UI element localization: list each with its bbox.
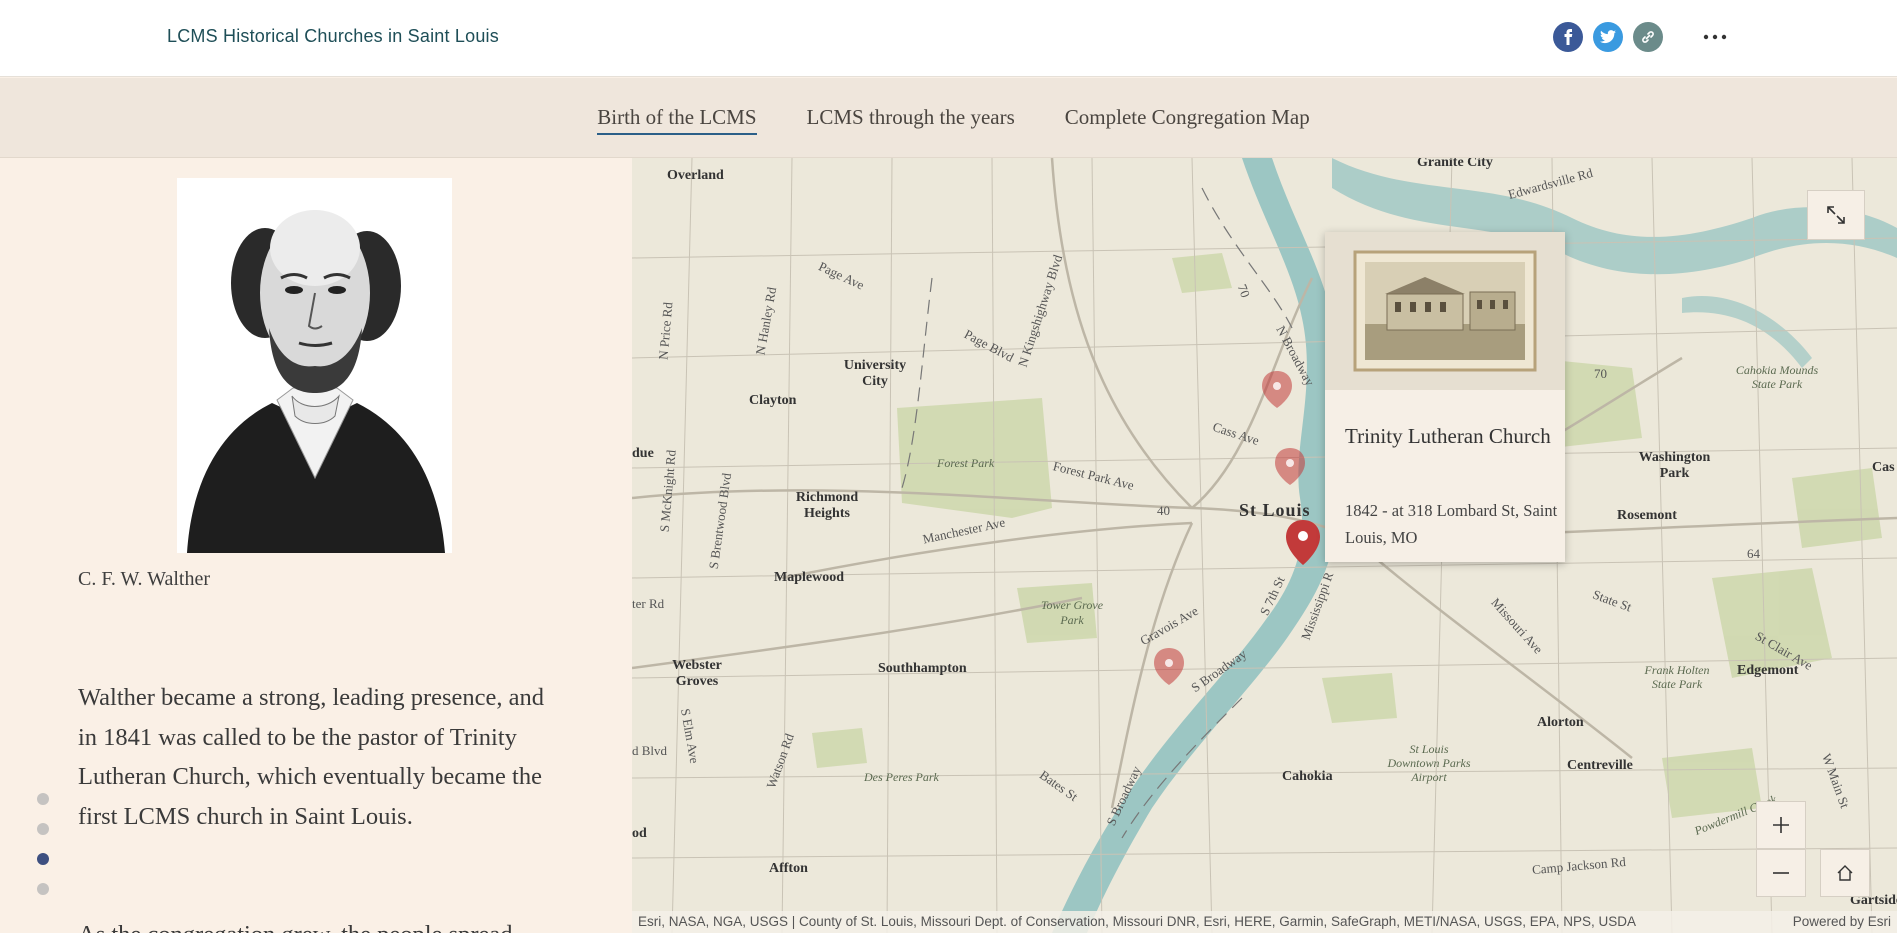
map-label: Affton [769, 861, 808, 876]
site-title[interactable]: LCMS Historical Churches in Saint Louis [167, 26, 499, 47]
progress-dot[interactable] [37, 823, 49, 835]
popup-description: 1842 - at 318 Lombard St, Saint Louis, M… [1345, 501, 1558, 547]
map-label: Clayton [749, 393, 797, 408]
facebook-icon[interactable] [1553, 22, 1583, 52]
map-label: Cahokia Mounds State Park [1735, 363, 1819, 391]
map-label: Centreville [1567, 758, 1633, 773]
map-label: ter Rd [632, 596, 665, 611]
map-attribution: Esri, NASA, NGA, USGS | County of St. Lo… [632, 911, 1897, 933]
map-label: Edgemont [1737, 663, 1799, 678]
story-nav: Birth of the LCMS LCMS through the years… [0, 78, 1897, 158]
map-label: Granite City [1417, 158, 1493, 170]
map-view[interactable]: Overland Granite City Edwardsville Rd Pa… [632, 158, 1897, 933]
map-label: od [632, 826, 647, 841]
narrative-paragraph-next: As the congregation grew, the people spr… [78, 915, 558, 933]
map-label: Cas [1872, 460, 1895, 475]
plus-icon[interactable] [1756, 801, 1806, 849]
minus-icon[interactable] [1756, 849, 1806, 897]
map-label: 64 [1747, 546, 1760, 561]
map-label: due [632, 446, 654, 461]
map-label: Tower Grove Park [1040, 598, 1104, 627]
map-label: Overland [667, 168, 724, 183]
map-label: d Blvd [632, 743, 668, 758]
tab-birth-of-lcms[interactable]: Birth of the LCMS [597, 78, 757, 135]
popup-title: Trinity Lutheran Church [1345, 424, 1551, 448]
church-illustration [1325, 232, 1565, 390]
progress-dot[interactable] [37, 793, 49, 805]
powered-by-link[interactable]: Powered by Esri [1793, 911, 1891, 933]
expand-icon[interactable] [1807, 190, 1865, 240]
attribution-text: Esri, NASA, NGA, USGS | County of St. Lo… [638, 914, 1637, 929]
link-icon[interactable] [1633, 22, 1663, 52]
map-label: Webster Groves [672, 658, 722, 689]
map-label: Alorton [1537, 715, 1584, 730]
map-label: Maplewood [774, 570, 844, 585]
tab-lcms-through-years[interactable]: LCMS through the years [807, 78, 1015, 136]
map-label: 40 [1157, 503, 1170, 518]
map-label: Washington Park [1638, 450, 1711, 481]
progress-dot-active[interactable] [37, 853, 49, 865]
map-label: Richmond Heights [795, 490, 859, 521]
home-icon[interactable] [1820, 849, 1870, 897]
map-label: St Louis Downtown Parks Airport [1387, 742, 1471, 784]
more-icon[interactable] [1700, 22, 1730, 52]
twitter-icon[interactable] [1593, 22, 1623, 52]
map-label: St Louis [1239, 500, 1311, 520]
progress-dot[interactable] [37, 883, 49, 895]
church-popup[interactable]: Trinity Lutheran Church 1842 - at 318 Lo… [1325, 232, 1565, 562]
map-label: Southhampton [878, 661, 967, 676]
map-label: Frank Holten State Park [1644, 663, 1710, 691]
portrait-caption: C. F. W. Walther [78, 568, 210, 590]
map-label: University City [843, 358, 907, 389]
walther-portrait [177, 178, 452, 553]
map-label: Forest Park [937, 456, 995, 470]
map-label: Rosemont [1617, 508, 1677, 523]
map-label: Des Peres Park [864, 770, 939, 784]
header: LCMS Historical Churches in Saint Louis [0, 0, 1897, 77]
map-label: Cahokia [1282, 769, 1333, 784]
narrative-paragraph: Walther became a strong, leading presenc… [78, 684, 545, 830]
narrative-panel[interactable]: C. F. W. Walther Walther became a strong… [0, 158, 632, 933]
tab-complete-map[interactable]: Complete Congregation Map [1065, 78, 1310, 136]
map-label: 70 [1594, 366, 1607, 381]
progress-dots [37, 793, 49, 913]
